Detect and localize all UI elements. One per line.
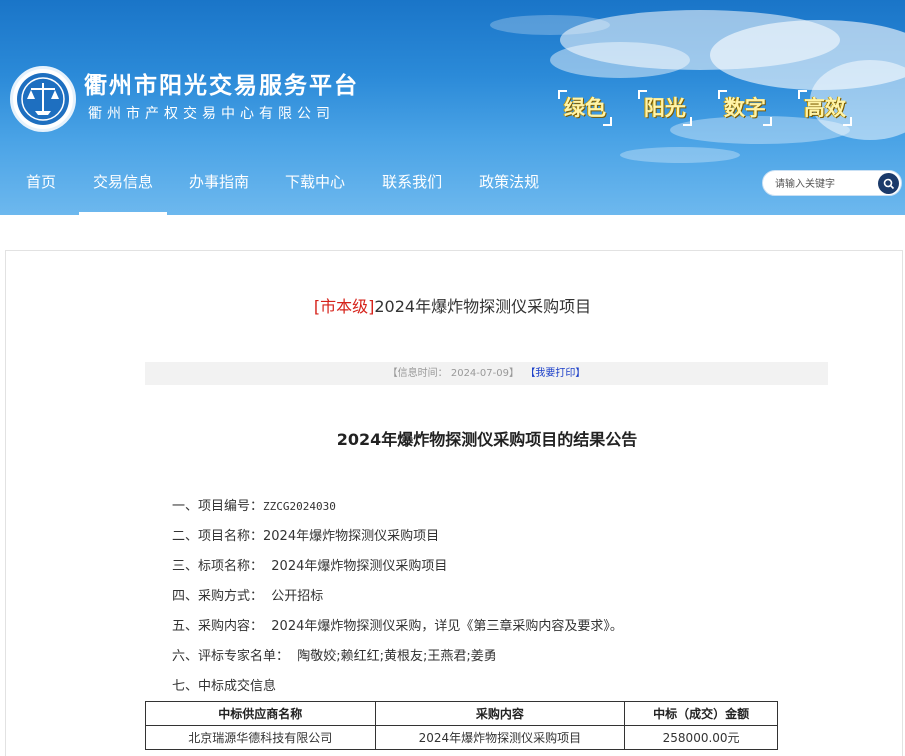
project-name: 2024年爆炸物探测仪采购项目 (263, 529, 440, 544)
nav-downloads[interactable]: 下载中心 (285, 160, 345, 205)
nav-guide[interactable]: 办事指南 (189, 160, 249, 205)
procurement-method: 公开招标 (263, 589, 324, 604)
supplier-name: 北京瑞源华德科技有限公司 (145, 725, 376, 750)
search-icon (883, 178, 894, 189)
article-title-text: 2024年爆炸物探测仪采购项目 (374, 297, 592, 316)
expert-list: 陶敬姣;赖红红;黄根友;王燕君;姜勇 (289, 649, 497, 664)
article-title: [市本级]2024年爆炸物探测仪采购项目 (0, 293, 905, 317)
list-item: 五、采购内容： 2024年爆炸物探测仪采购，详见《第三章采购内容及要求》。 (172, 619, 623, 634)
article-meta: 【信息时间： 2024-07-09】 【我要打印】 (145, 362, 828, 385)
nav-home[interactable]: 首页 (26, 160, 56, 205)
slogan-green: 绿色 (558, 90, 612, 126)
award-amount: 258000.00元 (624, 725, 778, 750)
list-item: 六、评标专家名单： 陶敬姣;赖红红;黄根友;王燕君;姜勇 (172, 649, 497, 664)
print-link[interactable]: 【我要打印】 (525, 368, 585, 379)
list-item: 一、项目编号：ZZCG2024030 (172, 499, 336, 514)
region-tag: [市本级] (313, 297, 375, 316)
site-logo[interactable] (10, 66, 76, 132)
search-input[interactable] (775, 175, 879, 193)
slogan-digital: 数字 (718, 90, 772, 126)
slogan-sunshine: 阳光 (638, 90, 692, 126)
site-title: 衢州市阳光交易服务平台 (84, 73, 359, 99)
table-row: 北京瑞源华德科技有限公司 2024年爆炸物探测仪采购项目 258000.00元 (145, 725, 778, 750)
justice-scale-icon (17, 73, 69, 125)
slogans: 绿色 阳光 数字 高效 (558, 90, 852, 126)
list-item: 二、项目名称：2024年爆炸物探测仪采购项目 (172, 529, 440, 544)
procurement-content: 2024年爆炸物探测仪采购，详见《第三章采购内容及要求》。 (263, 619, 623, 634)
nav-contact[interactable]: 联系我们 (382, 160, 442, 205)
procurement-item: 2024年爆炸物探测仪采购项目 (374, 725, 626, 750)
lot-name: 2024年爆炸物探测仪采购项目 (263, 559, 448, 574)
column-header: 中标（成交）金额 (624, 701, 778, 726)
document-title: 2024年爆炸物探测仪采购项目的结果公告 (336, 430, 638, 449)
list-item: 三、标项名称： 2024年爆炸物探测仪采购项目 (172, 559, 448, 574)
column-header: 中标供应商名称 (145, 701, 376, 726)
search-box (762, 170, 902, 196)
meta-label: 【信息时间： (387, 368, 448, 379)
project-number: ZZCG2024030 (263, 500, 336, 513)
slogan-efficient: 高效 (798, 90, 852, 126)
column-header: 采购内容 (374, 701, 626, 726)
site-subtitle: 衢州市产权交易中心有限公司 (88, 106, 335, 122)
announcement-items: 一、项目编号：ZZCG2024030 二、项目名称：2024年爆炸物探测仪采购项… (172, 495, 623, 705)
table-header-row: 中标供应商名称 采购内容 中标（成交）金额 (145, 701, 778, 726)
publish-date: 2024-07-09 (450, 368, 509, 379)
nav-trade-info[interactable]: 交易信息 (79, 160, 168, 215)
search-button[interactable] (878, 173, 899, 194)
site-header: 衢州市阳光交易服务平台 衢州市产权交易中心有限公司 绿色 阳光 数字 高效 首页… (0, 0, 905, 215)
main-nav: 首页 交易信息 办事指南 下载中心 联系我们 政策法规 (0, 160, 539, 215)
meta-close: 】 (508, 368, 519, 379)
award-table: 中标供应商名称 采购内容 中标（成交）金额 北京瑞源华德科技有限公司 2024年… (145, 701, 778, 750)
nav-policy[interactable]: 政策法规 (479, 160, 539, 205)
list-item: 四、采购方式： 公开招标 (172, 589, 324, 604)
